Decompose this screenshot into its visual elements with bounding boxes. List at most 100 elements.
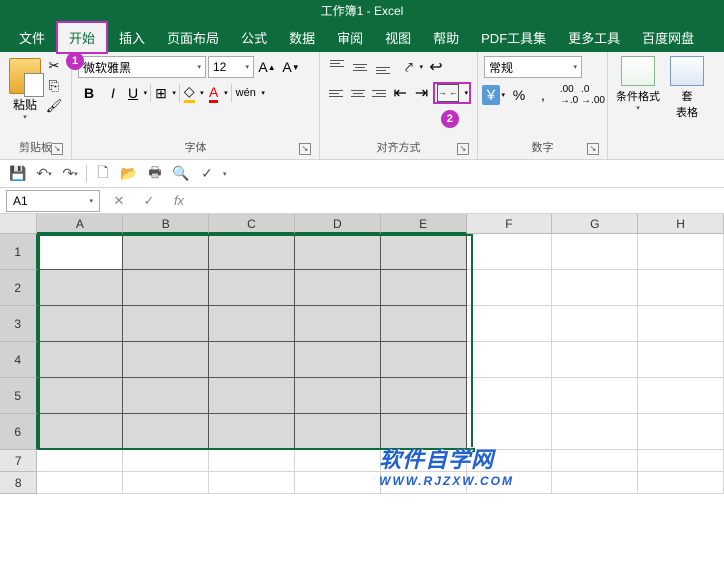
cell[interactable]: [38, 234, 124, 270]
cell[interactable]: [295, 450, 381, 472]
row-header-4[interactable]: 4: [0, 342, 38, 378]
print-preview-button[interactable]: 🔍: [171, 164, 191, 184]
font-color-button[interactable]: A: [207, 82, 229, 104]
cell[interactable]: [295, 472, 381, 494]
fill-color-button[interactable]: ◇: [182, 82, 205, 104]
format-as-table-button[interactable]: 套 表格: [670, 56, 704, 120]
fill-handle[interactable]: [470, 447, 476, 453]
cell[interactable]: [467, 472, 553, 494]
align-top-button[interactable]: [326, 56, 348, 78]
menu-help[interactable]: 帮助: [422, 23, 470, 52]
cell[interactable]: [209, 378, 295, 414]
col-header-d[interactable]: D: [295, 214, 381, 234]
cell[interactable]: [209, 342, 295, 378]
align-middle-button[interactable]: [349, 56, 371, 78]
cell[interactable]: [209, 234, 295, 270]
cell[interactable]: [123, 472, 209, 494]
increase-font-button[interactable]: A▲: [256, 56, 278, 78]
cell[interactable]: [381, 414, 467, 450]
cancel-formula-button[interactable]: ✕: [108, 190, 130, 212]
menu-pdf-tools[interactable]: PDF工具集: [470, 23, 557, 52]
cell[interactable]: [295, 270, 381, 306]
cell[interactable]: [123, 378, 209, 414]
decrease-decimal-button[interactable]: .0→.00: [582, 84, 604, 106]
cell[interactable]: [295, 378, 381, 414]
row-header-5[interactable]: 5: [0, 378, 38, 414]
col-header-a[interactable]: A: [37, 214, 123, 234]
copy-button[interactable]: ⎘: [44, 76, 64, 96]
cell[interactable]: [295, 306, 381, 342]
col-header-f[interactable]: F: [467, 214, 553, 234]
select-all-corner[interactable]: [0, 214, 37, 234]
align-right-button[interactable]: [369, 82, 389, 104]
row-header-3[interactable]: 3: [0, 306, 38, 342]
cell[interactable]: [381, 306, 467, 342]
cell[interactable]: [38, 414, 124, 450]
cell[interactable]: [552, 270, 638, 306]
qat-customize[interactable]: ▾: [223, 170, 227, 178]
decrease-font-button[interactable]: A▼: [280, 56, 302, 78]
align-bottom-button[interactable]: [372, 56, 394, 78]
cell[interactable]: [123, 342, 209, 378]
phonetic-button[interactable]: wén: [234, 82, 266, 104]
format-painter-button[interactable]: 🖌: [44, 96, 64, 116]
cell[interactable]: [123, 270, 209, 306]
cell[interactable]: [38, 270, 124, 306]
paste-button[interactable]: 粘贴 ▾: [6, 56, 44, 121]
cell[interactable]: [37, 450, 123, 472]
cell[interactable]: [552, 414, 638, 450]
cell[interactable]: [38, 306, 124, 342]
redo-button[interactable]: ↷▾: [60, 164, 80, 184]
menu-insert[interactable]: 插入: [108, 23, 156, 52]
cell[interactable]: [638, 414, 724, 450]
cell[interactable]: [638, 270, 724, 306]
cell[interactable]: [552, 450, 638, 472]
merge-center-button[interactable]: 2: [433, 82, 471, 104]
col-header-e[interactable]: E: [381, 214, 467, 234]
row-header-6[interactable]: 6: [0, 414, 38, 450]
cell[interactable]: [123, 414, 209, 450]
menu-data[interactable]: 数据: [278, 23, 326, 52]
cell[interactable]: [552, 472, 638, 494]
number-format-select[interactable]: 常规▾: [484, 56, 582, 78]
underline-button[interactable]: U: [126, 82, 148, 104]
cell[interactable]: [295, 414, 381, 450]
clipboard-launcher[interactable]: ↘: [51, 143, 63, 155]
menu-formulas[interactable]: 公式: [230, 23, 278, 52]
menu-file[interactable]: 文件: [8, 23, 56, 52]
cell[interactable]: [209, 270, 295, 306]
cell[interactable]: [467, 378, 553, 414]
cell[interactable]: [638, 378, 724, 414]
cell[interactable]: [467, 234, 553, 270]
row-header-2[interactable]: 2: [0, 270, 38, 306]
col-header-h[interactable]: H: [638, 214, 724, 234]
spelling-button[interactable]: ✓: [197, 164, 217, 184]
alignment-launcher[interactable]: ↘: [457, 143, 469, 155]
formula-bar[interactable]: [190, 190, 724, 212]
align-left-button[interactable]: [326, 82, 346, 104]
cell[interactable]: [209, 472, 295, 494]
cell[interactable]: [552, 234, 638, 270]
cell[interactable]: [295, 342, 381, 378]
cell[interactable]: [209, 450, 295, 472]
cell[interactable]: [638, 234, 724, 270]
cell[interactable]: [552, 342, 638, 378]
cell[interactable]: [638, 450, 724, 472]
wrap-text-button[interactable]: ↩: [425, 56, 447, 78]
menu-view[interactable]: 视图: [374, 23, 422, 52]
new-button[interactable]: 🗋: [93, 164, 113, 184]
cell[interactable]: [467, 342, 553, 378]
col-header-g[interactable]: G: [552, 214, 638, 234]
cell[interactable]: [295, 234, 381, 270]
cell[interactable]: [381, 342, 467, 378]
borders-button[interactable]: ⊞: [153, 82, 177, 104]
cell[interactable]: [467, 414, 553, 450]
row-header-8[interactable]: 8: [0, 472, 37, 494]
name-box[interactable]: A1▾: [6, 190, 100, 212]
cell[interactable]: [467, 270, 553, 306]
open-button[interactable]: 📂: [119, 164, 139, 184]
cell[interactable]: [552, 378, 638, 414]
orientation-button[interactable]: ⤤: [402, 56, 424, 78]
col-header-b[interactable]: B: [123, 214, 209, 234]
comma-button[interactable]: ,: [532, 84, 554, 106]
